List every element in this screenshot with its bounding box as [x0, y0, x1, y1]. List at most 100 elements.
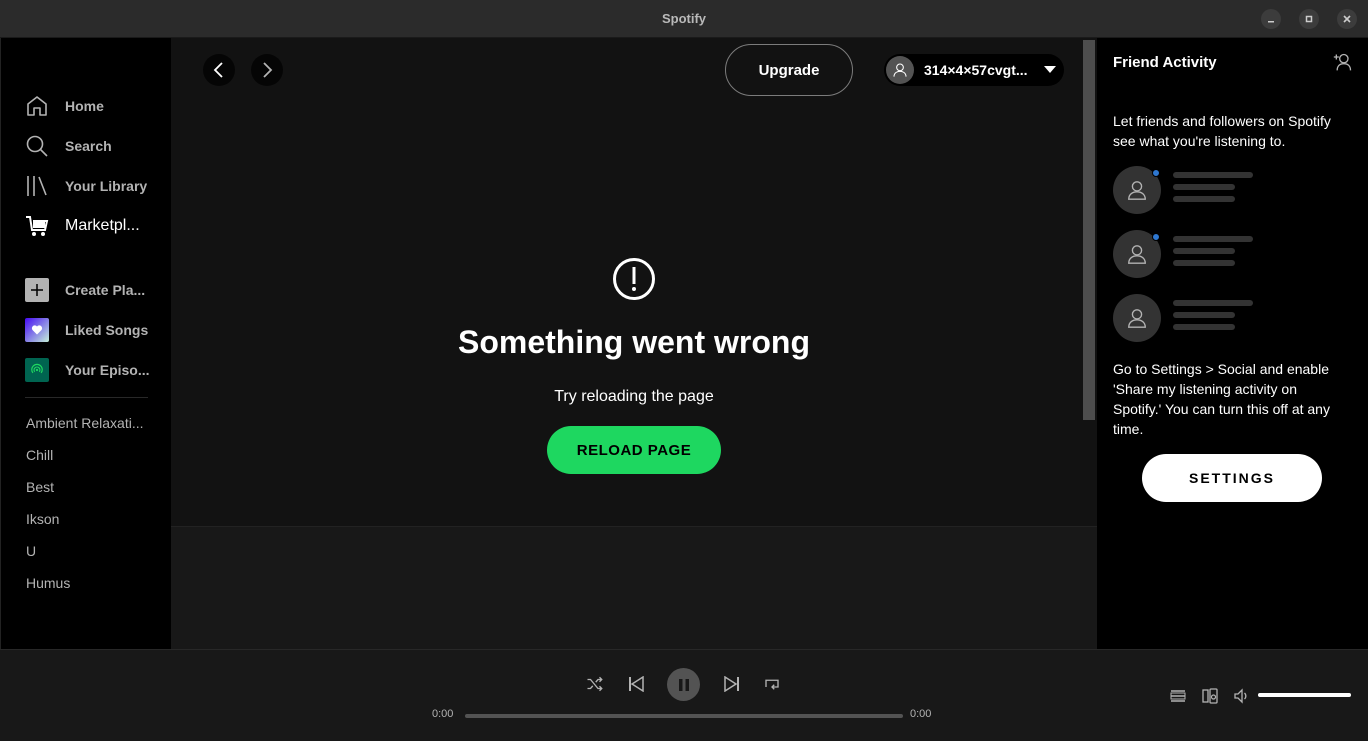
window-title: Spotify — [661, 11, 707, 26]
error-title: Something went wrong — [458, 324, 810, 360]
user-icon — [893, 63, 907, 77]
liked-songs-button[interactable]: Liked Songs — [25, 316, 148, 344]
chevron-right-icon — [263, 62, 273, 78]
friend-placeholder — [1113, 166, 1273, 214]
podcast-icon — [25, 358, 49, 382]
playlist-item[interactable]: Chill — [26, 447, 151, 463]
shuffle-icon — [587, 676, 603, 692]
previous-button[interactable] — [626, 674, 646, 694]
add-friend-icon[interactable] — [1333, 52, 1353, 72]
error-subtitle: Try reloading the page — [554, 388, 714, 405]
username: 314×4×57cvgt... — [924, 62, 1028, 78]
online-dot — [1152, 233, 1160, 241]
friend-activity-panel: Friend Activity Let friends and follower… — [1097, 38, 1368, 649]
online-dot — [1152, 169, 1160, 177]
queue-icon — [1170, 690, 1186, 702]
devices-icon — [1202, 688, 1218, 704]
minimize-button[interactable] — [1261, 9, 1281, 29]
create-playlist-tile — [25, 278, 49, 302]
settings-button[interactable]: SETTINGS — [1142, 454, 1322, 502]
placeholder-bar — [1173, 260, 1235, 266]
your-episodes-button[interactable]: Your Episo... — [25, 356, 150, 384]
nav-marketplace[interactable]: Marketpl... — [25, 212, 140, 240]
shuffle-button[interactable] — [585, 674, 605, 694]
nav-search-label: Search — [65, 138, 112, 154]
placeholder-bar — [1173, 172, 1253, 178]
nav-marketplace-label: Marketpl... — [65, 217, 140, 234]
placeholder-bar — [1173, 184, 1235, 190]
create-playlist-label: Create Pla... — [65, 282, 146, 298]
main-lower-panel — [171, 526, 1097, 649]
progress-bar[interactable] — [465, 714, 903, 718]
placeholder-bar — [1173, 196, 1235, 202]
placeholder-bar — [1173, 248, 1235, 254]
playlist-item[interactable]: Ambient Relaxati... — [26, 415, 151, 431]
upgrade-button[interactable]: Upgrade — [725, 44, 853, 96]
volume-icon — [1234, 688, 1247, 704]
avatar — [886, 56, 914, 84]
chevron-left-icon — [213, 62, 223, 78]
queue-button[interactable] — [1168, 686, 1188, 706]
main-view: Upgrade 314×4×57cvgt... Something went w… — [171, 38, 1097, 649]
search-icon — [25, 134, 49, 158]
home-icon — [25, 94, 49, 118]
liked-songs-label: Liked Songs — [65, 322, 149, 338]
friend-activity-title: Friend Activity — [1113, 54, 1217, 71]
user-menu-button[interactable]: 314×4×57cvgt... — [884, 54, 1064, 86]
error-icon — [612, 257, 656, 301]
your-episodes-tile — [25, 358, 49, 382]
plus-icon — [25, 278, 49, 302]
playlist-item[interactable]: Humus — [26, 575, 151, 591]
reload-page-button[interactable]: RELOAD PAGE — [547, 426, 721, 474]
friend-placeholder — [1113, 230, 1273, 278]
pause-icon — [678, 678, 689, 691]
placeholder-bar — [1173, 236, 1253, 242]
scrollbar[interactable] — [1083, 40, 1095, 420]
maximize-button[interactable] — [1299, 9, 1319, 29]
library-icon — [25, 174, 49, 198]
nav-library-label: Your Library — [65, 178, 148, 194]
placeholder-bar — [1173, 324, 1235, 330]
player-bar: 0:00 0:00 — [0, 649, 1368, 741]
elapsed-time: 0:00 — [432, 708, 454, 720]
next-button[interactable] — [722, 674, 742, 694]
pause-button[interactable] — [667, 668, 700, 701]
close-button[interactable] — [1337, 9, 1357, 29]
cart-icon — [25, 214, 49, 238]
repeat-icon — [765, 679, 779, 690]
create-playlist-button[interactable]: Create Pla... — [25, 276, 145, 304]
connect-device-button[interactable] — [1200, 686, 1220, 706]
skip-forward-icon — [724, 676, 739, 692]
liked-songs-tile — [25, 318, 49, 342]
friend-activity-note: Go to Settings > Social and enable 'Shar… — [1113, 361, 1330, 437]
volume-button[interactable] — [1232, 686, 1252, 706]
back-button[interactable] — [203, 54, 235, 86]
playlist-item[interactable]: Best — [26, 479, 151, 495]
duration-time: 0:00 — [910, 708, 932, 720]
user-icon — [1113, 294, 1161, 342]
sidebar-divider — [25, 397, 148, 398]
placeholder-bar — [1173, 300, 1253, 306]
close-icon — [1343, 15, 1351, 23]
title-bar: Spotify — [0, 0, 1368, 38]
minimize-icon — [1268, 21, 1274, 23]
volume-slider[interactable] — [1258, 693, 1351, 697]
friend-placeholder — [1113, 294, 1273, 342]
sidebar: Home Search Your Library Marketpl... Cre… — [0, 38, 171, 649]
caret-down-icon — [1044, 61, 1056, 79]
nav-home[interactable]: Home — [25, 92, 104, 120]
placeholder-bar — [1173, 312, 1235, 318]
playlist-item[interactable]: Ikson — [26, 511, 151, 527]
nav-your-library[interactable]: Your Library — [25, 172, 147, 200]
maximize-icon — [1305, 15, 1313, 23]
playlist-item[interactable]: U — [26, 543, 151, 559]
volume-level — [1258, 693, 1351, 697]
repeat-button[interactable] — [762, 674, 782, 694]
skip-back-icon — [629, 676, 644, 692]
your-episodes-label: Your Episo... — [65, 362, 150, 378]
friend-activity-intro: Let friends and followers on Spotify see… — [1113, 113, 1331, 149]
nav-home-label: Home — [65, 98, 104, 114]
heart-icon — [25, 318, 49, 342]
nav-search[interactable]: Search — [25, 132, 112, 160]
forward-button[interactable] — [251, 54, 283, 86]
